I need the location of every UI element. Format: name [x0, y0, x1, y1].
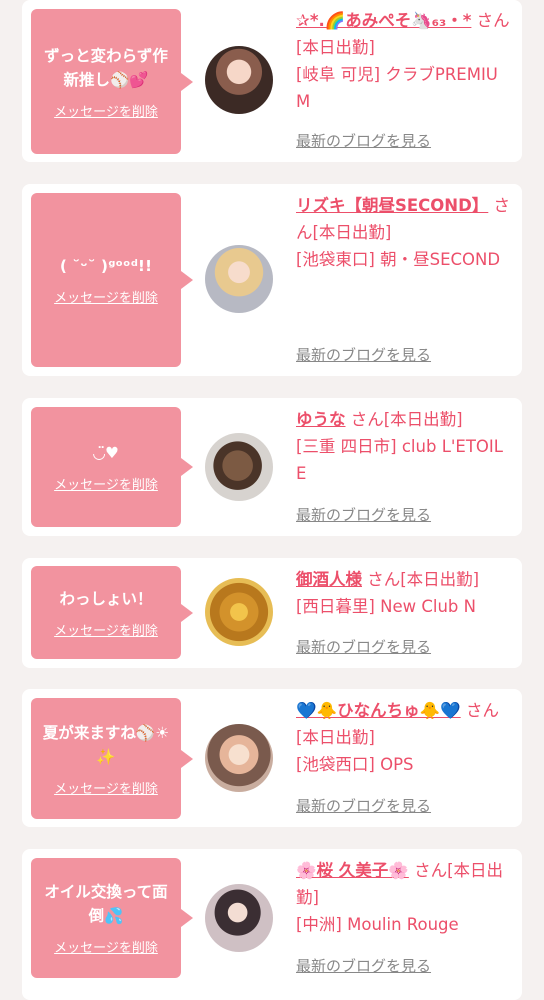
- latest-blog-link[interactable]: 最新のブログを見る: [296, 504, 431, 525]
- profile-info: 御酒人様 さん[本日出勤] [西日暮里] New Club N: [296, 566, 512, 620]
- shop-text: [西日暮里] New Club N: [296, 597, 476, 616]
- message-text: ( ˘ᵕ˘ )ᵍᵒᵒᵈ!!: [59, 257, 153, 275]
- profile-info: リズキ【朝昼SECOND】 さん[本日出勤] [池袋東口] 朝・昼SECOND: [296, 192, 512, 273]
- message-bubble: わっしょい！ メッセージを削除: [31, 566, 193, 659]
- profile-info: 💙🐥ひなんちゅ🐥💙 さん[本日出勤] [池袋西口] OPS: [296, 697, 512, 778]
- message-text: ◡̈♥: [93, 444, 119, 462]
- profile-name-link[interactable]: 御酒人様: [296, 570, 362, 589]
- latest-blog-link[interactable]: 最新のブログを見る: [296, 795, 431, 816]
- shop-text: [三重 四日市] club L'ETOILE: [296, 437, 503, 483]
- profile-name-link[interactable]: リズキ【朝昼SECOND】: [296, 196, 488, 215]
- message-bubble: ◡̈♥ メッセージを削除: [31, 407, 193, 527]
- message-text: ずっと変わらず作新推し⚾💕: [44, 46, 168, 89]
- profile-info: ゆうな さん[本日出勤] [三重 四日市] club L'ETOILE: [296, 406, 512, 487]
- shop-text: [池袋東口] 朝・昼SECOND: [296, 250, 501, 269]
- profile-name-link[interactable]: ゆうな: [296, 410, 346, 429]
- delete-message-link[interactable]: メッセージを削除: [54, 101, 158, 120]
- avatar[interactable]: [205, 245, 273, 313]
- profile-info: ✰*.🌈あみぺそ🦄₆₃・* さん[本日出勤] [岐阜 可児] クラブPREMIU…: [296, 7, 512, 115]
- message-bubble: ( ˘ᵕ˘ )ᵍᵒᵒᵈ!! メッセージを削除: [31, 193, 193, 367]
- profile-name-link[interactable]: 🌸桜 久美子🌸: [296, 861, 409, 880]
- message-card: オイル交換って面倒💦 メッセージを削除 🌸桜 久美子🌸 さん[本日出勤] [中洲…: [22, 849, 522, 1000]
- latest-blog-link[interactable]: 最新のブログを見る: [296, 955, 431, 976]
- message-card: 夏が来ますね⚾☀ ✨ メッセージを削除 💙🐥ひなんちゅ🐥💙 さん[本日出勤] […: [22, 689, 522, 827]
- message-card: ◡̈♥ メッセージを削除 ゆうな さん[本日出勤] [三重 四日市] club …: [22, 398, 522, 536]
- delete-message-link[interactable]: メッセージを削除: [54, 937, 158, 956]
- avatar[interactable]: [205, 884, 273, 952]
- delete-message-link[interactable]: メッセージを削除: [54, 287, 158, 306]
- message-card: ずっと変わらず作新推し⚾💕 メッセージを削除 ✰*.🌈あみぺそ🦄₆₃・* さん[…: [22, 0, 522, 162]
- message-card: ( ˘ᵕ˘ )ᵍᵒᵒᵈ!! メッセージを削除 リズキ【朝昼SECOND】 さん[…: [22, 184, 522, 376]
- latest-blog-link[interactable]: 最新のブログを見る: [296, 636, 431, 657]
- delete-message-link[interactable]: メッセージを削除: [54, 474, 158, 493]
- message-bubble: ずっと変わらず作新推し⚾💕 メッセージを削除: [31, 9, 193, 154]
- profile-name-link[interactable]: 💙🐥ひなんちゅ🐥💙: [296, 701, 461, 720]
- message-text: 夏が来ますね⚾☀ ✨: [42, 723, 170, 766]
- latest-blog-link[interactable]: 最新のブログを見る: [296, 130, 431, 151]
- avatar[interactable]: [205, 46, 273, 114]
- latest-blog-link[interactable]: 最新のブログを見る: [296, 344, 431, 365]
- message-bubble: 夏が来ますね⚾☀ ✨ メッセージを削除: [31, 698, 193, 819]
- message-bubble: オイル交換って面倒💦 メッセージを削除: [31, 858, 193, 978]
- message-card: わっしょい！ メッセージを削除 御酒人様 さん[本日出勤] [西日暮里] New…: [22, 558, 522, 668]
- message-text: オイル交換って面倒💦: [44, 883, 168, 925]
- profile-info: 🌸桜 久美子🌸 さん[本日出勤] [中洲] Moulin Rouge: [296, 857, 512, 938]
- message-text: わっしょい！: [59, 589, 153, 608]
- delete-message-link[interactable]: メッセージを削除: [54, 620, 158, 639]
- avatar[interactable]: [205, 578, 273, 646]
- shop-text: [池袋西口] OPS: [296, 755, 414, 774]
- profile-name-link[interactable]: ✰*.🌈あみぺそ🦄₆₃・*: [296, 11, 471, 30]
- avatar[interactable]: [205, 724, 273, 792]
- delete-message-link[interactable]: メッセージを削除: [54, 778, 158, 797]
- shop-text: [岐阜 可児] クラブPREMIUM: [296, 65, 498, 111]
- status-text: さん[本日出勤]: [367, 570, 480, 589]
- shop-text: [中洲] Moulin Rouge: [296, 915, 459, 934]
- avatar[interactable]: [205, 433, 273, 501]
- status-text: さん[本日出勤]: [350, 410, 463, 429]
